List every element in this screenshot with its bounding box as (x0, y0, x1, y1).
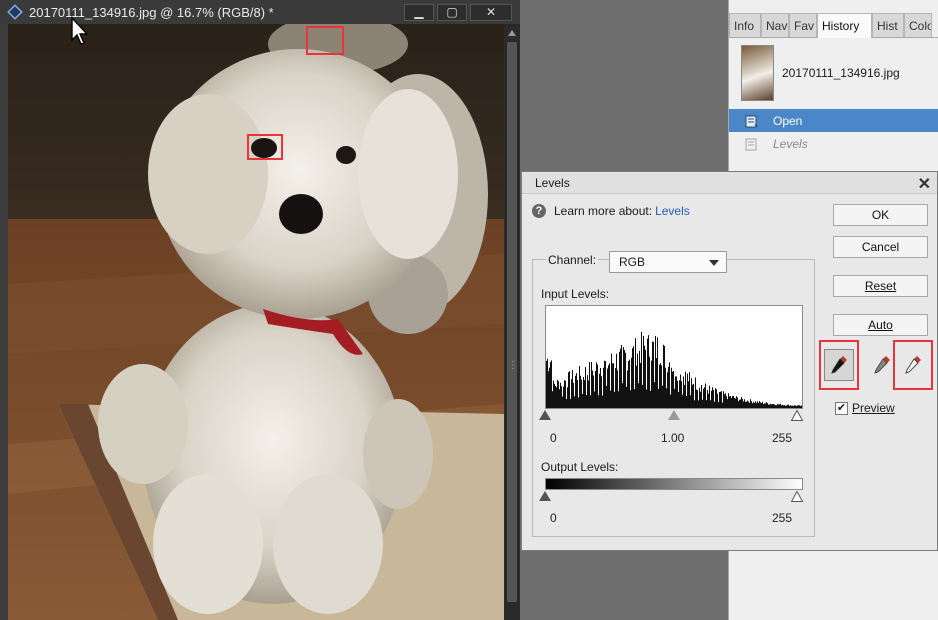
preview-label: Preview (852, 401, 895, 415)
history-item-label: Levels (773, 136, 808, 151)
history-item-levels[interactable]: Levels (729, 132, 938, 155)
checkmark-icon: ✔ (836, 401, 847, 414)
output-black-slider[interactable] (539, 491, 551, 501)
history-state-icon (745, 138, 757, 150)
history-snapshot[interactable]: 20170111_134916.jpg (729, 42, 938, 104)
output-levels-label: Output Levels: (541, 460, 619, 474)
preview-checkbox[interactable]: ✔ (835, 401, 848, 415)
minimize-button[interactable]: ▁ (404, 3, 434, 21)
tab-info[interactable]: Info (729, 13, 761, 37)
document-window: 20170111_134916.jpg @ 16.7% (RGB/8) * ▁ … (0, 0, 520, 620)
panel-splitter-icon[interactable]: ⋮ (508, 360, 518, 372)
black-eyedropper-frame (824, 349, 854, 381)
history-state-icon (745, 115, 758, 127)
black-eyedropper-icon (831, 356, 847, 374)
black-point-marker (247, 134, 283, 160)
tab-histogram[interactable]: Hist (872, 13, 904, 37)
input-levels-label: Input Levels: (541, 287, 610, 301)
tab-navigator[interactable]: Nav (761, 13, 789, 37)
learn-more-row: ? Learn more about: Levels (532, 204, 690, 218)
output-white-value: 255 (772, 511, 793, 525)
output-white-slider[interactable] (791, 491, 803, 502)
input-gamma-value: 1.00 (661, 431, 685, 445)
output-slider-track[interactable] (539, 491, 803, 503)
output-gradient-bar (545, 478, 803, 490)
reset-button[interactable]: Reset (833, 275, 928, 297)
input-white-slider[interactable] (791, 410, 803, 421)
snapshot-name: 20170111_134916.jpg (782, 66, 900, 80)
close-window-button[interactable]: ✕ (470, 3, 512, 21)
white-point-marker (306, 26, 344, 55)
channel-value: RGB (619, 255, 646, 269)
cancel-button[interactable]: Cancel (833, 236, 928, 258)
close-icon: ✕ (485, 5, 497, 19)
histogram-graph (546, 331, 802, 408)
panel-tabs: Info Nav Fav History Hist Colo (729, 13, 938, 38)
levels-title: Levels (535, 175, 570, 190)
minimize-icon: ▁ (414, 5, 424, 19)
histogram (545, 305, 803, 409)
levels-titlebar[interactable]: Levels ✕ (522, 172, 937, 194)
mouse-cursor-icon (71, 16, 89, 45)
input-white-value: 255 (772, 431, 793, 445)
history-item-open[interactable]: Open (729, 109, 938, 132)
scroll-up-icon[interactable] (508, 30, 516, 36)
input-gamma-slider[interactable] (668, 410, 680, 420)
channel-select[interactable]: RGB (609, 251, 727, 273)
learn-more-link[interactable]: Levels (655, 204, 690, 218)
history-item-label: Open (773, 113, 803, 128)
black-eyedropper-button[interactable] (819, 340, 859, 390)
levels-dialog: Levels ✕ ? Learn more about: Levels Chan… (521, 171, 938, 551)
chevron-down-icon (709, 260, 719, 266)
channel-label: Channel: (546, 253, 599, 267)
image-canvas[interactable] (8, 24, 504, 620)
snapshot-thumbnail (741, 45, 774, 101)
close-icon[interactable]: ✕ (918, 174, 931, 194)
dog-photo (8, 24, 504, 620)
learn-more-text: Learn more about: (554, 204, 653, 218)
tab-history[interactable]: History (817, 13, 872, 38)
tab-favorites[interactable]: Fav (789, 13, 817, 37)
input-black-value: 0 (550, 431, 557, 445)
tab-color[interactable]: Colo (904, 13, 932, 37)
auto-button[interactable]: Auto (833, 314, 928, 336)
help-icon: ? (532, 204, 546, 218)
input-slider-track[interactable] (539, 410, 803, 422)
maximize-icon: ▢ (446, 5, 458, 19)
output-black-value: 0 (550, 511, 557, 525)
document-app-icon (7, 4, 23, 20)
ok-button[interactable]: OK (833, 204, 928, 226)
vertical-scrollbar[interactable] (504, 24, 520, 620)
white-eyedropper-icon (905, 356, 921, 374)
preview-row[interactable]: ✔ Preview (835, 401, 895, 415)
input-black-slider[interactable] (539, 410, 551, 420)
maximize-button[interactable]: ▢ (437, 3, 467, 21)
white-eyedropper-button[interactable] (893, 340, 933, 390)
scroll-thumb[interactable] (507, 42, 517, 602)
gray-eyedropper-icon (874, 356, 890, 374)
